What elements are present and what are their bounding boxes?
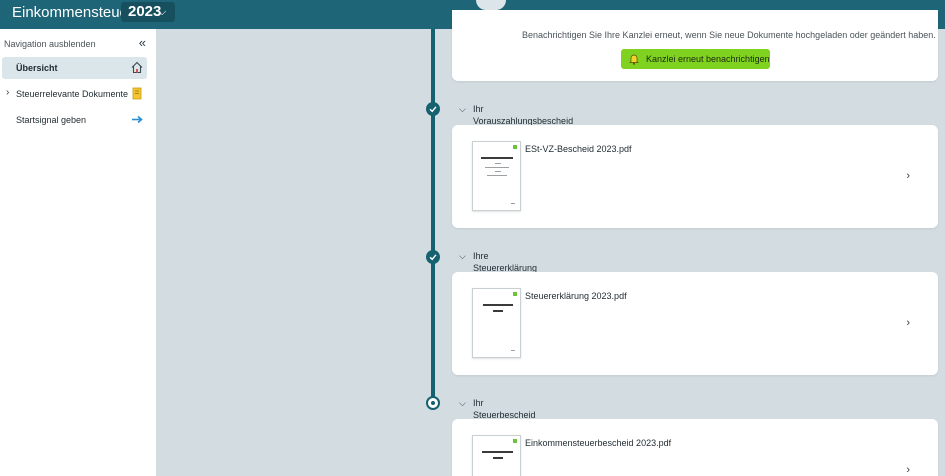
document-name[interactable]: Steuererklärung 2023.pdf [525, 290, 627, 302]
arrow-right-icon [132, 115, 143, 124]
document-card[interactable]: ESt-VZ-Bescheid 2023.pdf › [452, 125, 938, 228]
bell-icon [629, 54, 639, 65]
sidebar-item-label: Startsignal geben [16, 115, 87, 125]
app-title: Einkommensteuer [12, 4, 133, 21]
chevron-right-icon[interactable]: › [906, 464, 910, 476]
sidebar-item-overview[interactable]: Übersicht [2, 57, 147, 79]
chevron-down-icon[interactable]: ⌵ [459, 103, 466, 115]
timeline-line [431, 29, 435, 403]
document-name[interactable]: ESt-VZ-Bescheid 2023.pdf [525, 143, 632, 155]
chevron-down-icon[interactable]: ⌵ [459, 250, 466, 262]
document-thumbnail [472, 141, 521, 211]
sidebar-item-label: Steuerrelevante Dokumente [16, 89, 129, 99]
hide-navigation-toggle[interactable]: Navigation ausblenden « [4, 36, 150, 52]
check-icon [426, 102, 440, 116]
chevron-right-icon[interactable]: › [906, 317, 910, 329]
notify-office-label: Kanzlei erneut benachrichtigen [646, 54, 770, 64]
home-icon [131, 61, 143, 74]
double-chevron-left-icon[interactable]: « [139, 36, 146, 50]
sidebar: Navigation ausblenden « Übersicht › Steu… [0, 29, 156, 476]
chevron-right-icon[interactable]: › [6, 87, 9, 99]
section-title: Ihre Steuererklärung [473, 251, 538, 273]
document-name[interactable]: Einkommensteuerbescheid 2023.pdf [525, 437, 671, 449]
notify-office-card: Benachrichtigen Sie Ihre Kanzlei erneut,… [452, 0, 938, 81]
notify-office-button[interactable]: Kanzlei erneut benachrichtigen [621, 49, 770, 69]
year-select[interactable]: 2023 ⌵ [121, 2, 175, 22]
document-card[interactable]: Steuererklärung 2023.pdf › [452, 272, 938, 375]
document-card[interactable]: Einkommensteuerbescheid 2023.pdf › [452, 419, 938, 476]
document-thumbnail [472, 435, 521, 476]
chevron-down-icon: ⌵ [158, 6, 167, 18]
hide-navigation-label: Navigation ausblenden [4, 39, 96, 49]
chevron-right-icon[interactable]: › [906, 170, 910, 182]
document-thumbnail [472, 288, 521, 358]
year-value: 2023 [128, 3, 162, 20]
notice-text: Benachrichtigen Sie Ihre Kanzlei erneut,… [522, 30, 936, 40]
section-title: Ihr Vorauszahlungsbescheid [473, 104, 574, 126]
check-icon [426, 250, 440, 264]
sidebar-item-documents[interactable]: › Steuerrelevante Dokumente [2, 83, 147, 105]
chevron-down-icon[interactable]: ⌵ [459, 397, 466, 409]
document-icon [132, 87, 142, 100]
section-title: Ihr Steuerbescheid [473, 398, 536, 420]
sidebar-item-label: Übersicht [16, 63, 58, 73]
sidebar-item-start-signal[interactable]: Startsignal geben [2, 109, 147, 131]
current-step-icon [426, 396, 440, 410]
